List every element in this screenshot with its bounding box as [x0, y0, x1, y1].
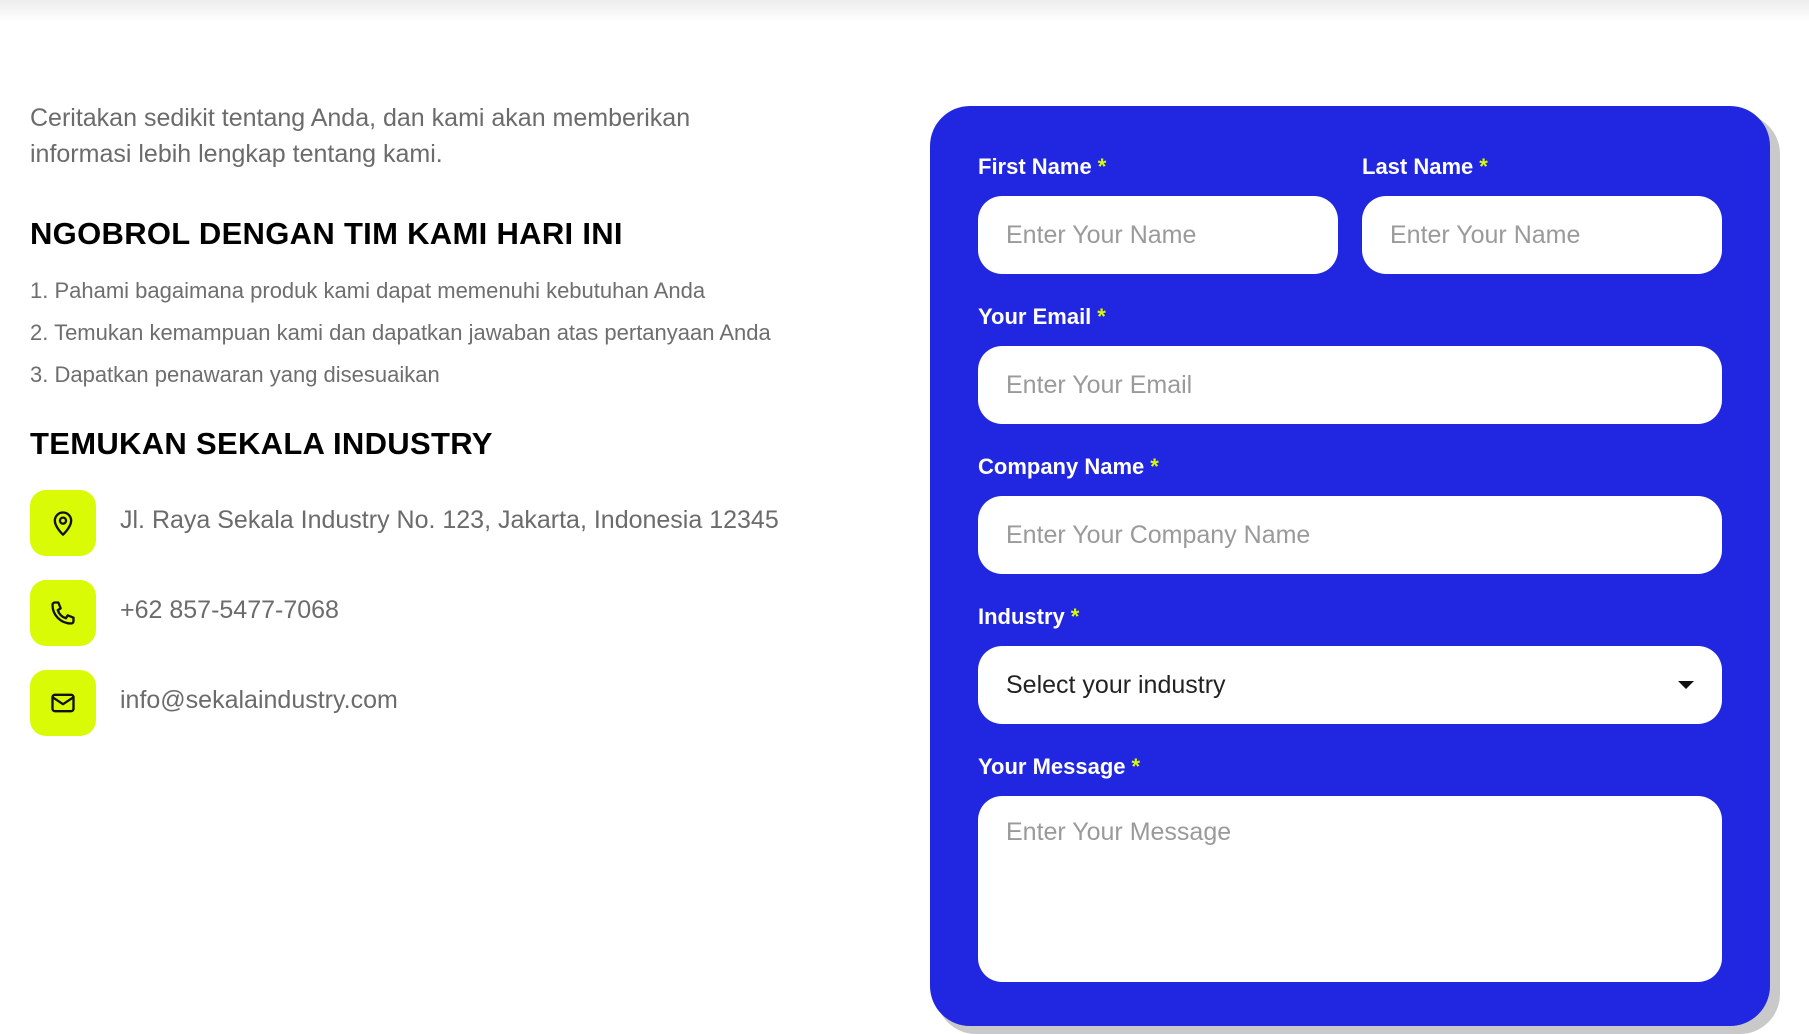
message-textarea[interactable]: Enter Your Message: [978, 796, 1722, 982]
industry-label: Industry *: [978, 604, 1079, 630]
required-marker: *: [1097, 304, 1106, 329]
message-label-text: Your Message: [978, 754, 1126, 779]
last-name-label: Last Name *: [1362, 154, 1488, 180]
steps-list: 1. Pahami bagaimana produk kami dapat me…: [30, 270, 771, 396]
required-marker: *: [1479, 154, 1488, 179]
phone-text[interactable]: +62 857-5477-7068: [120, 596, 339, 625]
contact-phone: +62 857-5477-7068: [30, 580, 339, 646]
industry-select[interactable]: Select your industry: [978, 646, 1722, 724]
intro-text: Ceritakan sedikit tentang Anda, dan kami…: [30, 104, 691, 168]
header-shadow: [0, 0, 1809, 22]
email-field[interactable]: Enter Your Email: [978, 346, 1722, 424]
last-name-label-text: Last Name: [1362, 154, 1474, 179]
first-name-label-text: First Name: [978, 154, 1092, 179]
email-label-text: Your Email: [978, 304, 1092, 329]
required-marker: *: [1097, 154, 1107, 179]
last-name-placeholder: Enter Your Name: [1390, 220, 1581, 249]
email-placeholder: Enter Your Email: [1006, 370, 1193, 399]
email-text[interactable]: info@sekalaindustry.com: [120, 686, 398, 715]
required-marker: *: [1131, 754, 1141, 779]
contact-form-card: First Name * Enter Your Name Last Name * E…: [930, 106, 1770, 1026]
required-marker: *: [1070, 604, 1080, 629]
chat-heading: NGOBROL DENGAN TIM KAMI HARI INI: [30, 216, 623, 251]
contact-info-column: Ceritakan sedikit tentang Anda, dan kami…: [30, 100, 850, 736]
required-marker: *: [1150, 454, 1159, 479]
company-placeholder: Enter Your Company Name: [1006, 520, 1311, 549]
industry-selected-value: Select your industry: [1006, 670, 1226, 699]
list-item: 1. Pahami bagaimana produk kami dapat me…: [30, 278, 706, 303]
list-item: 2. Temukan kemampuan kami dan dapatkan j…: [30, 320, 771, 345]
company-label: Company Name *: [978, 454, 1159, 480]
company-field[interactable]: Enter Your Company Name: [978, 496, 1722, 574]
company-label-text: Company Name: [978, 454, 1145, 479]
message-placeholder: Enter Your Message: [1006, 818, 1232, 846]
industry-label-text: Industry: [978, 604, 1065, 629]
email-label: Your Email *: [978, 304, 1106, 330]
contact-address: Jl. Raya Sekala Industry No. 123, Jakart…: [30, 490, 779, 556]
phone-icon: [30, 580, 96, 646]
list-item: 3. Dapatkan penawaran yang disesuaikan: [30, 362, 440, 387]
message-label: Your Message *: [978, 754, 1140, 780]
address-text: Jl. Raya Sekala Industry No. 123, Jakart…: [120, 505, 779, 534]
location-pin-icon: [30, 490, 96, 556]
first-name-field[interactable]: Enter Your Name: [978, 196, 1338, 274]
contact-email: info@sekalaindustry.com: [30, 670, 398, 736]
last-name-field[interactable]: Enter Your Name: [1362, 196, 1722, 274]
chevron-down-icon: [1678, 681, 1694, 689]
find-heading: TEMUKAN SEKALA INDUSTRY: [30, 426, 493, 461]
mail-icon: [30, 670, 96, 736]
first-name-label: First Name *: [978, 154, 1106, 180]
first-name-placeholder: Enter Your Name: [1006, 220, 1197, 249]
